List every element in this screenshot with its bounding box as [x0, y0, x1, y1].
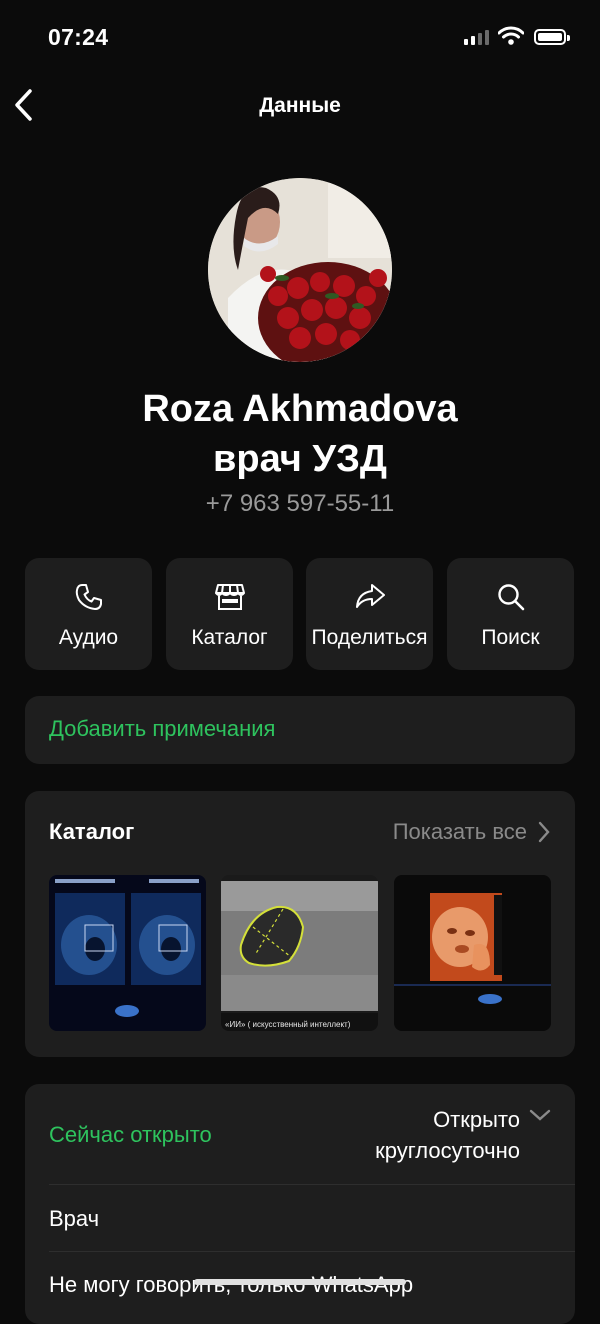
business-category: Врач — [49, 1206, 100, 1231]
catalog-item-3d-ultrasound[interactable] — [394, 875, 551, 1031]
catalog-button[interactable]: Каталог — [166, 558, 293, 670]
catalog-item-ultrasound-ai[interactable]: «ИИ» ( искусственный интеллект) — [221, 875, 378, 1031]
show-all-link[interactable]: Показать все — [393, 819, 527, 845]
contact-name-line1: Roza Akhmadova — [142, 388, 458, 430]
share-label: Поделиться — [311, 626, 428, 649]
cellular-signal-icon — [464, 30, 489, 45]
chevron-down-icon[interactable] — [529, 1108, 551, 1122]
catalog-item-ultrasound-1[interactable] — [49, 875, 206, 1031]
page-title: Данные — [259, 94, 341, 117]
catalog-title: Каталог — [49, 819, 135, 844]
audio-call-label: Аудио — [58, 626, 119, 649]
status-time: 07:24 — [48, 24, 109, 50]
chevron-right-icon[interactable] — [537, 821, 551, 843]
share-icon — [355, 584, 385, 608]
contact-name: Roza Akhmadova врач УЗД — [0, 384, 600, 484]
battery-icon — [534, 29, 570, 45]
audio-call-button[interactable]: Аудио — [25, 558, 152, 670]
catalog-label: Каталог — [191, 626, 268, 649]
share-button[interactable]: Поделиться — [306, 558, 433, 670]
search-label: Поиск — [481, 626, 540, 649]
business-hours-section[interactable]: Сейчас открыто Открыто круглосуточно Вра… — [25, 1084, 575, 1324]
add-notes-button[interactable]: Добавить примечания — [25, 696, 575, 764]
catalog-section: Каталог Показать все «ИИ» (искусственны… — [25, 791, 575, 1057]
business-about: Не могу говорить, только WhatsApp — [49, 1272, 413, 1297]
home-indicator[interactable] — [194, 1279, 406, 1285]
wifi-icon — [497, 26, 525, 51]
search-icon — [497, 584, 524, 611]
search-button[interactable]: Поиск — [447, 558, 574, 670]
contact-phone[interactable]: +7 963 597-55-11 — [0, 490, 600, 518]
avatar[interactable] — [208, 178, 392, 362]
add-notes-label: Добавить примечания — [49, 716, 276, 741]
contact-name-line2: врач УЗД — [213, 438, 387, 480]
open-hours-line1: Открыто — [433, 1107, 520, 1132]
store-icon — [214, 584, 245, 610]
open-hours-line2: круглосуточно — [375, 1138, 520, 1163]
divider — [49, 1184, 575, 1185]
divider — [49, 1251, 575, 1252]
open-now-label: Сейчас открыто — [49, 1122, 212, 1147]
open-hours-value: Открыто круглосуточно — [320, 1104, 520, 1166]
thumb-caption: «ИИ» ( искусственный интеллект) — [225, 1020, 351, 1029]
phone-icon — [75, 584, 102, 610]
